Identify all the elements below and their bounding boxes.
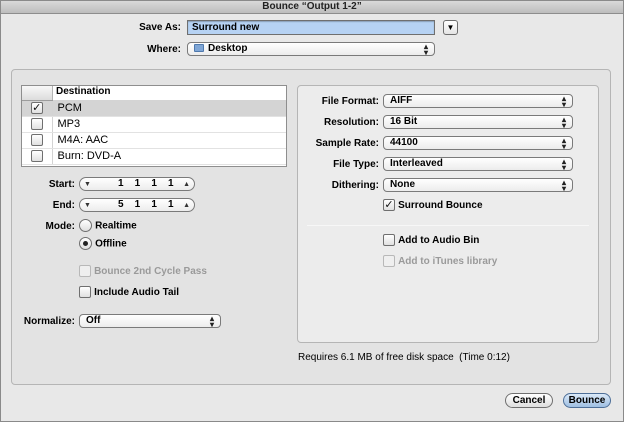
m4a-checkbox[interactable] [30, 134, 43, 147]
where-label: Where: [147, 44, 181, 55]
start-value: 1 1 1 1 [118, 178, 174, 189]
destination-table: Destination ✓ PCM MP3 M4A: AAC Burn: DVD… [21, 85, 287, 167]
add-itunes-option: Add to iTunes library [383, 255, 498, 268]
sample-rate-value: 44100 [390, 137, 418, 148]
popup-arrows-icon: ▴ ▾ [561, 136, 566, 151]
divider [307, 225, 589, 226]
file-format-popup[interactable]: AIFF ▴ ▾ [383, 94, 573, 109]
start-label: Start: [48, 179, 75, 190]
surround-bounce-label: Surround Bounce [398, 200, 483, 211]
resolution-popup[interactable]: 16 Bit ▴ ▾ [383, 115, 573, 130]
table-row[interactable]: MP3 [22, 116, 286, 133]
add-audio-bin-checkbox[interactable] [383, 234, 395, 247]
dithering-value: None [390, 179, 415, 190]
include-audio-tail-option[interactable]: Include Audio Tail [79, 286, 180, 299]
mode-label: Mode: [45, 221, 75, 232]
folder-icon [194, 44, 204, 53]
expand-disclosure-button[interactable]: ▼ [443, 20, 458, 35]
file-type-label: File Type: [333, 159, 379, 170]
destination-name: PCM [52, 100, 286, 117]
mode-offline-option[interactable]: Offline [79, 237, 127, 250]
end-position-field[interactable]: ▼ 5 1 1 1 ▲ [79, 198, 195, 212]
bounce-2nd-cycle-option: Bounce 2nd Cycle Pass [79, 265, 207, 278]
mp3-checkbox[interactable] [30, 118, 43, 131]
include-audio-tail-label: Include Audio Tail [94, 287, 180, 298]
add-itunes-checkbox [383, 255, 395, 268]
decrement-icon[interactable]: ▼ [84, 178, 91, 191]
destination-name: M4A: AAC [52, 132, 286, 149]
destination-name: Burn: DVD-A [52, 148, 286, 165]
add-audio-bin-option[interactable]: Add to Audio Bin [383, 234, 480, 247]
increment-icon[interactable]: ▲ [183, 178, 190, 191]
increment-icon[interactable]: ▲ [183, 199, 190, 212]
normalize-popup[interactable]: Off ▴ ▾ [79, 314, 221, 329]
save-as-label: Save As: [139, 22, 181, 33]
add-audio-bin-label: Add to Audio Bin [398, 235, 480, 246]
popup-arrows-icon: ▴ ▾ [209, 314, 214, 329]
resolution-label: Resolution: [324, 117, 379, 128]
window-title: Bounce “Output 1-2” [1, 1, 623, 14]
surround-bounce-checkbox[interactable]: ✓ [383, 199, 395, 212]
dithering-popup[interactable]: None ▴ ▾ [383, 178, 573, 193]
file-type-value: Interleaved [390, 158, 443, 169]
sample-rate-label: Sample Rate: [315, 138, 379, 149]
disk-space-status: Requires 6.1 MB of free disk space (Time… [298, 352, 510, 363]
triangle-down-icon: ▼ [446, 23, 455, 32]
popup-arrows-icon: ▴ ▾ [561, 157, 566, 172]
table-row[interactable]: M4A: AAC [22, 132, 286, 149]
destination-header: Destination [56, 86, 111, 97]
save-as-field[interactable]: Surround new [187, 20, 435, 35]
decrement-icon[interactable]: ▼ [84, 199, 91, 212]
sample-rate-popup[interactable]: 44100 ▴ ▾ [383, 136, 573, 151]
bounce-button[interactable]: Bounce [563, 393, 611, 408]
dithering-label: Dithering: [331, 180, 379, 191]
mode-realtime-option[interactable]: Realtime [79, 219, 137, 232]
resolution-value: 16 Bit [390, 116, 418, 127]
table-row[interactable]: Burn: DVD-A [22, 148, 286, 165]
end-label: End: [52, 200, 75, 211]
destination-name: MP3 [52, 116, 286, 133]
file-format-value: AIFF [390, 95, 413, 106]
popup-arrows-icon: ▴ ▾ [561, 115, 566, 130]
where-value: Desktop [208, 43, 248, 54]
popup-arrows-icon: ▴ ▾ [561, 178, 566, 193]
surround-bounce-option[interactable]: ✓ Surround Bounce [383, 199, 483, 212]
end-value: 5 1 1 1 [118, 199, 174, 210]
add-itunes-label: Add to iTunes library [398, 256, 498, 267]
cancel-button[interactable]: Cancel [505, 393, 553, 408]
where-popup[interactable]: Desktop ▴ ▾ [187, 42, 435, 57]
offline-radio[interactable] [79, 237, 92, 250]
include-audio-tail-checkbox[interactable] [79, 286, 91, 299]
pcm-checkbox[interactable]: ✓ [30, 102, 43, 115]
realtime-radio[interactable] [79, 219, 92, 232]
bounce-dialog: Bounce “Output 1-2” Save As: Surround ne… [0, 0, 624, 422]
offline-label: Offline [95, 238, 127, 250]
bounce-2nd-cycle-label: Bounce 2nd Cycle Pass [94, 266, 207, 277]
start-position-field[interactable]: ▼ 1 1 1 1 ▲ [79, 177, 195, 191]
popup-arrows-icon: ▴ ▾ [423, 42, 428, 57]
realtime-label: Realtime [95, 220, 137, 232]
popup-arrows-icon: ▴ ▾ [561, 94, 566, 109]
table-row[interactable]: ✓ PCM [22, 100, 286, 117]
normalize-label: Normalize: [23, 316, 75, 327]
dvd-checkbox[interactable] [30, 150, 43, 163]
bounce-2nd-cycle-checkbox [79, 265, 91, 278]
file-type-popup[interactable]: Interleaved ▴ ▾ [383, 157, 573, 172]
normalize-value: Off [86, 315, 101, 326]
file-format-label: File Format: [321, 96, 379, 107]
